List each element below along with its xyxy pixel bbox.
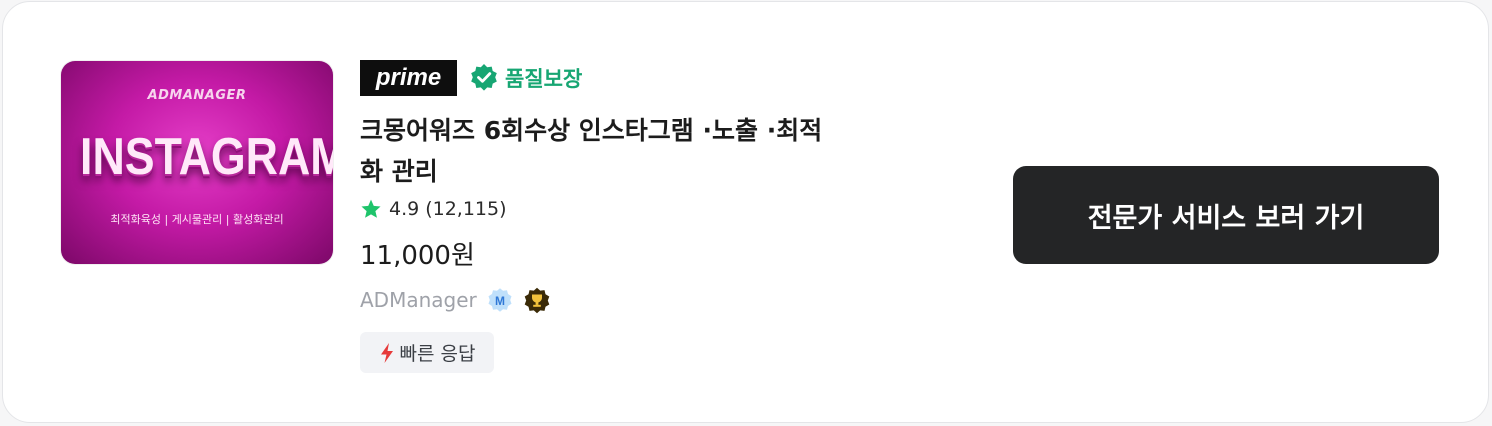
service-card[interactable]: ADMANAGER INSTAGRAM 최적화육성 | 게시물관리 | 활성화관… xyxy=(2,1,1489,423)
trophy-badge-icon xyxy=(524,287,550,314)
rating-score: 4.9 xyxy=(389,198,420,220)
quality-label: 품질보장 xyxy=(505,67,583,91)
quality-badge: 품질보장 xyxy=(469,63,582,93)
svg-text:M: M xyxy=(495,294,505,308)
service-thumbnail[interactable]: ADMANAGER INSTAGRAM 최적화육성 | 게시물관리 | 활성화관… xyxy=(61,61,333,264)
rating: 4.9 (12,115) xyxy=(360,198,507,220)
view-expert-service-button[interactable]: 전문가 서비스 보러 가기 xyxy=(1013,166,1439,264)
badge-row: prime 품질보장 xyxy=(360,60,582,96)
price: 11,000원 xyxy=(360,241,475,271)
star-icon xyxy=(361,199,381,218)
review-count: (12,115) xyxy=(425,198,507,220)
fast-response-tag: 빠른 응답 xyxy=(360,332,494,373)
seller-name[interactable]: ADManager xyxy=(360,288,477,312)
fast-response-label: 빠른 응답 xyxy=(399,343,476,365)
thumbnail-subline: 최적화육성 | 게시물관리 | 활성화관리 xyxy=(110,213,284,226)
lightning-icon xyxy=(380,342,393,363)
thumbnail-headline: INSTAGRAM xyxy=(80,128,333,186)
thumbnail-brand: ADMANAGER xyxy=(147,88,247,103)
prime-badge: prime xyxy=(360,60,457,96)
verified-check-icon xyxy=(471,64,497,91)
service-title[interactable]: 크몽어워즈 6회수상 인스타그램 ·노출 ·최적화 관리 xyxy=(360,110,830,192)
level-m-badge-icon: M xyxy=(488,288,512,312)
seller-info: ADManager M xyxy=(360,285,552,315)
